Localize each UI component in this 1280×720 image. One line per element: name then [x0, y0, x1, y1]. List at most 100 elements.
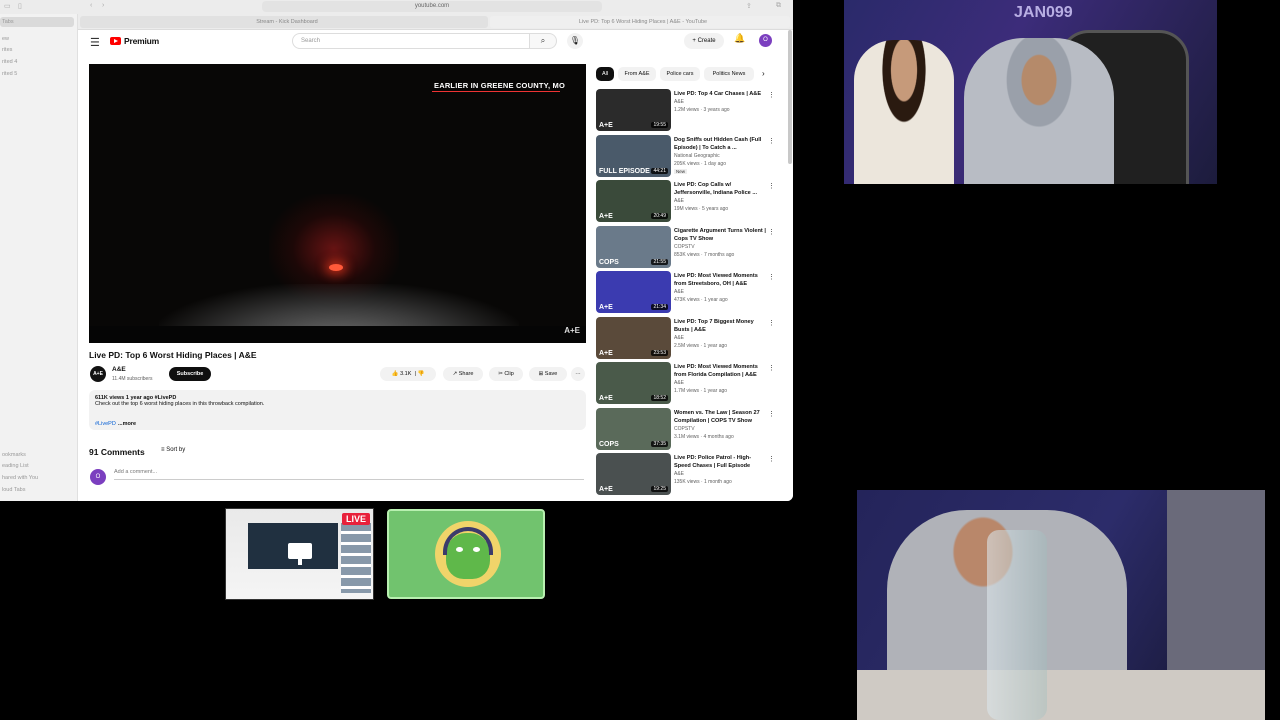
chip-politics-news[interactable]: Politics News [704, 67, 754, 81]
channel-avatar[interactable]: A+E [90, 366, 106, 382]
browser-tab-kick[interactable]: Stream - Kick Dashboard [80, 16, 488, 28]
sidebar-item-shared[interactable]: hared with You [2, 475, 38, 481]
sidebar-item-1[interactable]: ew [2, 36, 9, 42]
forward-icon[interactable]: › [102, 2, 104, 9]
video-title: Live PD: Top 6 Worst Hiding Places | A&E [89, 350, 257, 360]
clip-button[interactable]: ✂ Clip [489, 367, 523, 381]
recommendation-title[interactable]: Live PD: Most Viewed Moments from Street… [674, 272, 766, 288]
channel-name[interactable]: A&E [112, 366, 126, 373]
video-thumbnail[interactable]: A+E 21:34 [596, 271, 671, 313]
hashtag-link[interactable]: #LivePD [95, 421, 116, 427]
dashboard-edge [89, 326, 586, 343]
recommendation-item[interactable]: A+E 20:49 Live PD: Cop Calls w/ Jeffersonv… [596, 180, 776, 226]
video-thumbnail[interactable]: COPS 37:35 [596, 407, 671, 450]
avatar-eye-right [473, 547, 480, 552]
sidebar-item-cloud-tabs[interactable]: loud Tabs [2, 487, 25, 493]
recommendation-channel[interactable]: A&E [674, 99, 684, 105]
video-thumbnail[interactable]: A+E 18:52 [596, 362, 671, 404]
recommendation-title[interactable]: Live PD: Most Viewed Moments from Florid… [674, 363, 766, 379]
recommendation-channel[interactable]: A&E [674, 335, 684, 341]
recommendation-channel[interactable]: A&E [674, 198, 684, 204]
recommendation-item[interactable]: A+E 18:52 Live PD: Most Viewed Moments fro… [596, 362, 776, 408]
recommendation-title[interactable]: Dog Sniffs out Hidden Cash (Full Episode… [674, 136, 766, 152]
recommendation-item[interactable]: FULL EPISODE 44:21 Dog Sniffs out Hidden C… [596, 134, 776, 181]
recommendation-title[interactable]: Live PD: Police Patrol - High-Speed Chas… [674, 454, 766, 470]
chevron-right-icon[interactable]: › [762, 67, 765, 81]
video-thumbnail[interactable]: FULL EPISODE 44:21 [596, 134, 671, 177]
share-icon[interactable]: ⇪ [746, 2, 752, 10]
create-button[interactable]: + Create [684, 33, 724, 49]
show-more-link[interactable]: ...more [118, 421, 136, 427]
subscribe-button[interactable]: Subscribe [169, 367, 211, 381]
chip-all[interactable]: All [596, 67, 614, 81]
video-thumbnail[interactable]: A+E 20:49 [596, 180, 671, 222]
description-box[interactable]: 611K views 1 year ago #LivePD Check out … [89, 390, 586, 430]
sidebar-item-bookmarks[interactable]: ookmarks [2, 452, 26, 458]
youtube-page: ☰ Premium Search ⌕ 🎙 + Create 🔔 O EARLIE… [79, 30, 793, 501]
sort-by-button[interactable]: ≡ Sort by [161, 447, 185, 453]
more-vert-icon[interactable]: ⋮ [768, 410, 775, 418]
more-vert-icon[interactable]: ⋮ [768, 182, 775, 190]
more-vert-icon[interactable]: ⋮ [768, 319, 775, 327]
recommendation-channel[interactable]: A&E [674, 380, 684, 386]
browser-tab-youtube[interactable]: Live PD: Top 6 Worst Hiding Places | A&E… [490, 16, 790, 28]
more-vert-icon[interactable]: ⋮ [768, 273, 775, 281]
like-icon[interactable]: 👍 [392, 371, 399, 377]
scrollbar[interactable] [788, 30, 792, 164]
like-count[interactable]: 3.1K [400, 371, 411, 377]
menu-icon[interactable]: ☰ [90, 36, 100, 49]
comment-input[interactable]: Add a comment... [114, 469, 584, 480]
recommendation-title[interactable]: Live PD: Top 4 Car Chases | A&E [674, 90, 766, 98]
recommendation-item[interactable]: A+E 23:53 Live PD: Top 7 Biggest Money Bus… [596, 316, 776, 363]
sidebar-icon[interactable]: ▯ [18, 2, 22, 10]
more-vert-icon[interactable]: ⋮ [768, 455, 775, 463]
recommendation-channel[interactable]: COPSTV [674, 426, 695, 432]
sidebar-item-tabs[interactable]: Tabs [2, 19, 14, 25]
recommendation-item[interactable]: A+E 19:25 Live PD: Police Patrol - High-Sp… [596, 453, 776, 499]
address-bar[interactable]: youtube.com [262, 1, 602, 12]
tabs-icon[interactable]: ⧉ [776, 2, 781, 10]
more-vert-icon[interactable]: ⋮ [768, 364, 775, 372]
chip-police-cars[interactable]: Police cars [660, 67, 700, 81]
recommendation-channel[interactable]: COPSTV [674, 244, 695, 250]
video-thumbnail[interactable]: A+E 19:25 [596, 453, 671, 495]
search-icon[interactable]: ⌕ [530, 33, 557, 49]
mic-icon[interactable]: 🎙 [567, 33, 583, 49]
recommendation-channel[interactable]: National Geographic [674, 153, 720, 159]
avatar-tile[interactable] [387, 509, 545, 599]
more-vert-icon[interactable]: ⋮ [768, 91, 775, 99]
video-thumbnail[interactable]: COPS 21:55 [596, 225, 671, 268]
search-input[interactable]: Search [292, 33, 530, 49]
screen-share-tile[interactable]: LIVE [225, 508, 374, 600]
recommendation-title[interactable]: Cigarette Argument Turns Violent | Cops … [674, 227, 766, 243]
account-avatar[interactable]: O [759, 34, 772, 47]
youtube-logo-text[interactable]: Premium [124, 36, 159, 46]
sidebar-item-reading-list[interactable]: eading List [2, 463, 29, 469]
sidebar-item-3[interactable]: rited 4 [2, 59, 17, 65]
chip-from-ae[interactable]: From A&E [618, 67, 656, 81]
video-thumbnail[interactable]: A+E 19:55 [596, 89, 671, 131]
recommendation-title[interactable]: Live PD: Cop Calls w/ Jeffersonville, In… [674, 181, 766, 197]
video-player[interactable]: EARLIER IN GREENE COUNTY, MO A+E [89, 64, 586, 343]
back-icon[interactable]: ‹ [90, 2, 92, 9]
recommendation-channel[interactable]: A&E [674, 289, 684, 295]
more-actions-button[interactable]: ··· [571, 367, 585, 381]
recommendation-item[interactable]: A+E 21:34 Live PD: Most Viewed Moments fro… [596, 271, 776, 317]
sidebar-item-2[interactable]: rites [2, 47, 12, 53]
share-button[interactable]: ↗ Share [443, 367, 483, 381]
recommendation-item[interactable]: A+E 19:55 Live PD: Top 4 Car Chases | A&E A… [596, 89, 776, 135]
recommendation-item[interactable]: COPS 37:35 Women vs. The Law | Season 27 C… [596, 407, 776, 454]
recommendation-title[interactable]: Live PD: Top 7 Biggest Money Busts | A&E [674, 318, 766, 334]
bell-icon[interactable]: 🔔 [734, 33, 745, 44]
dislike-icon[interactable]: 👎 [417, 371, 424, 377]
save-button[interactable]: ⊞ Save [529, 367, 567, 381]
more-vert-icon[interactable]: ⋮ [768, 137, 775, 145]
more-vert-icon[interactable]: ⋮ [768, 228, 775, 236]
recommendation-title[interactable]: Women vs. The Law | Season 27 Compilatio… [674, 409, 766, 425]
sidebar-toggle-icon[interactable]: ▭ [4, 2, 11, 10]
youtube-logo-icon[interactable] [110, 37, 121, 45]
sidebar-item-4[interactable]: rited 5 [2, 71, 17, 77]
recommendation-channel[interactable]: A&E [674, 471, 684, 477]
video-thumbnail[interactable]: A+E 23:53 [596, 316, 671, 359]
recommendation-item[interactable]: COPS 21:55 Cigarette Argument Turns Violen… [596, 225, 776, 272]
